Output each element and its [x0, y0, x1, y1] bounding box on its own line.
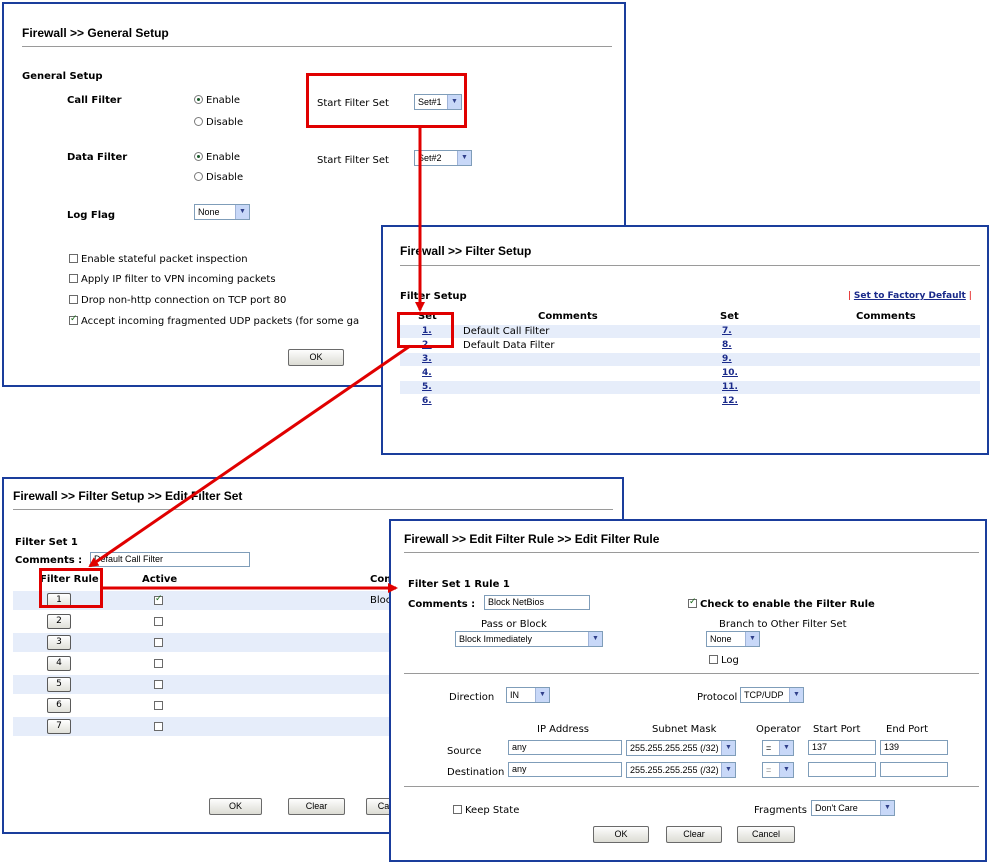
- flow-arrows: [88, 128, 425, 593]
- arrow-to-edit-set: [88, 344, 411, 568]
